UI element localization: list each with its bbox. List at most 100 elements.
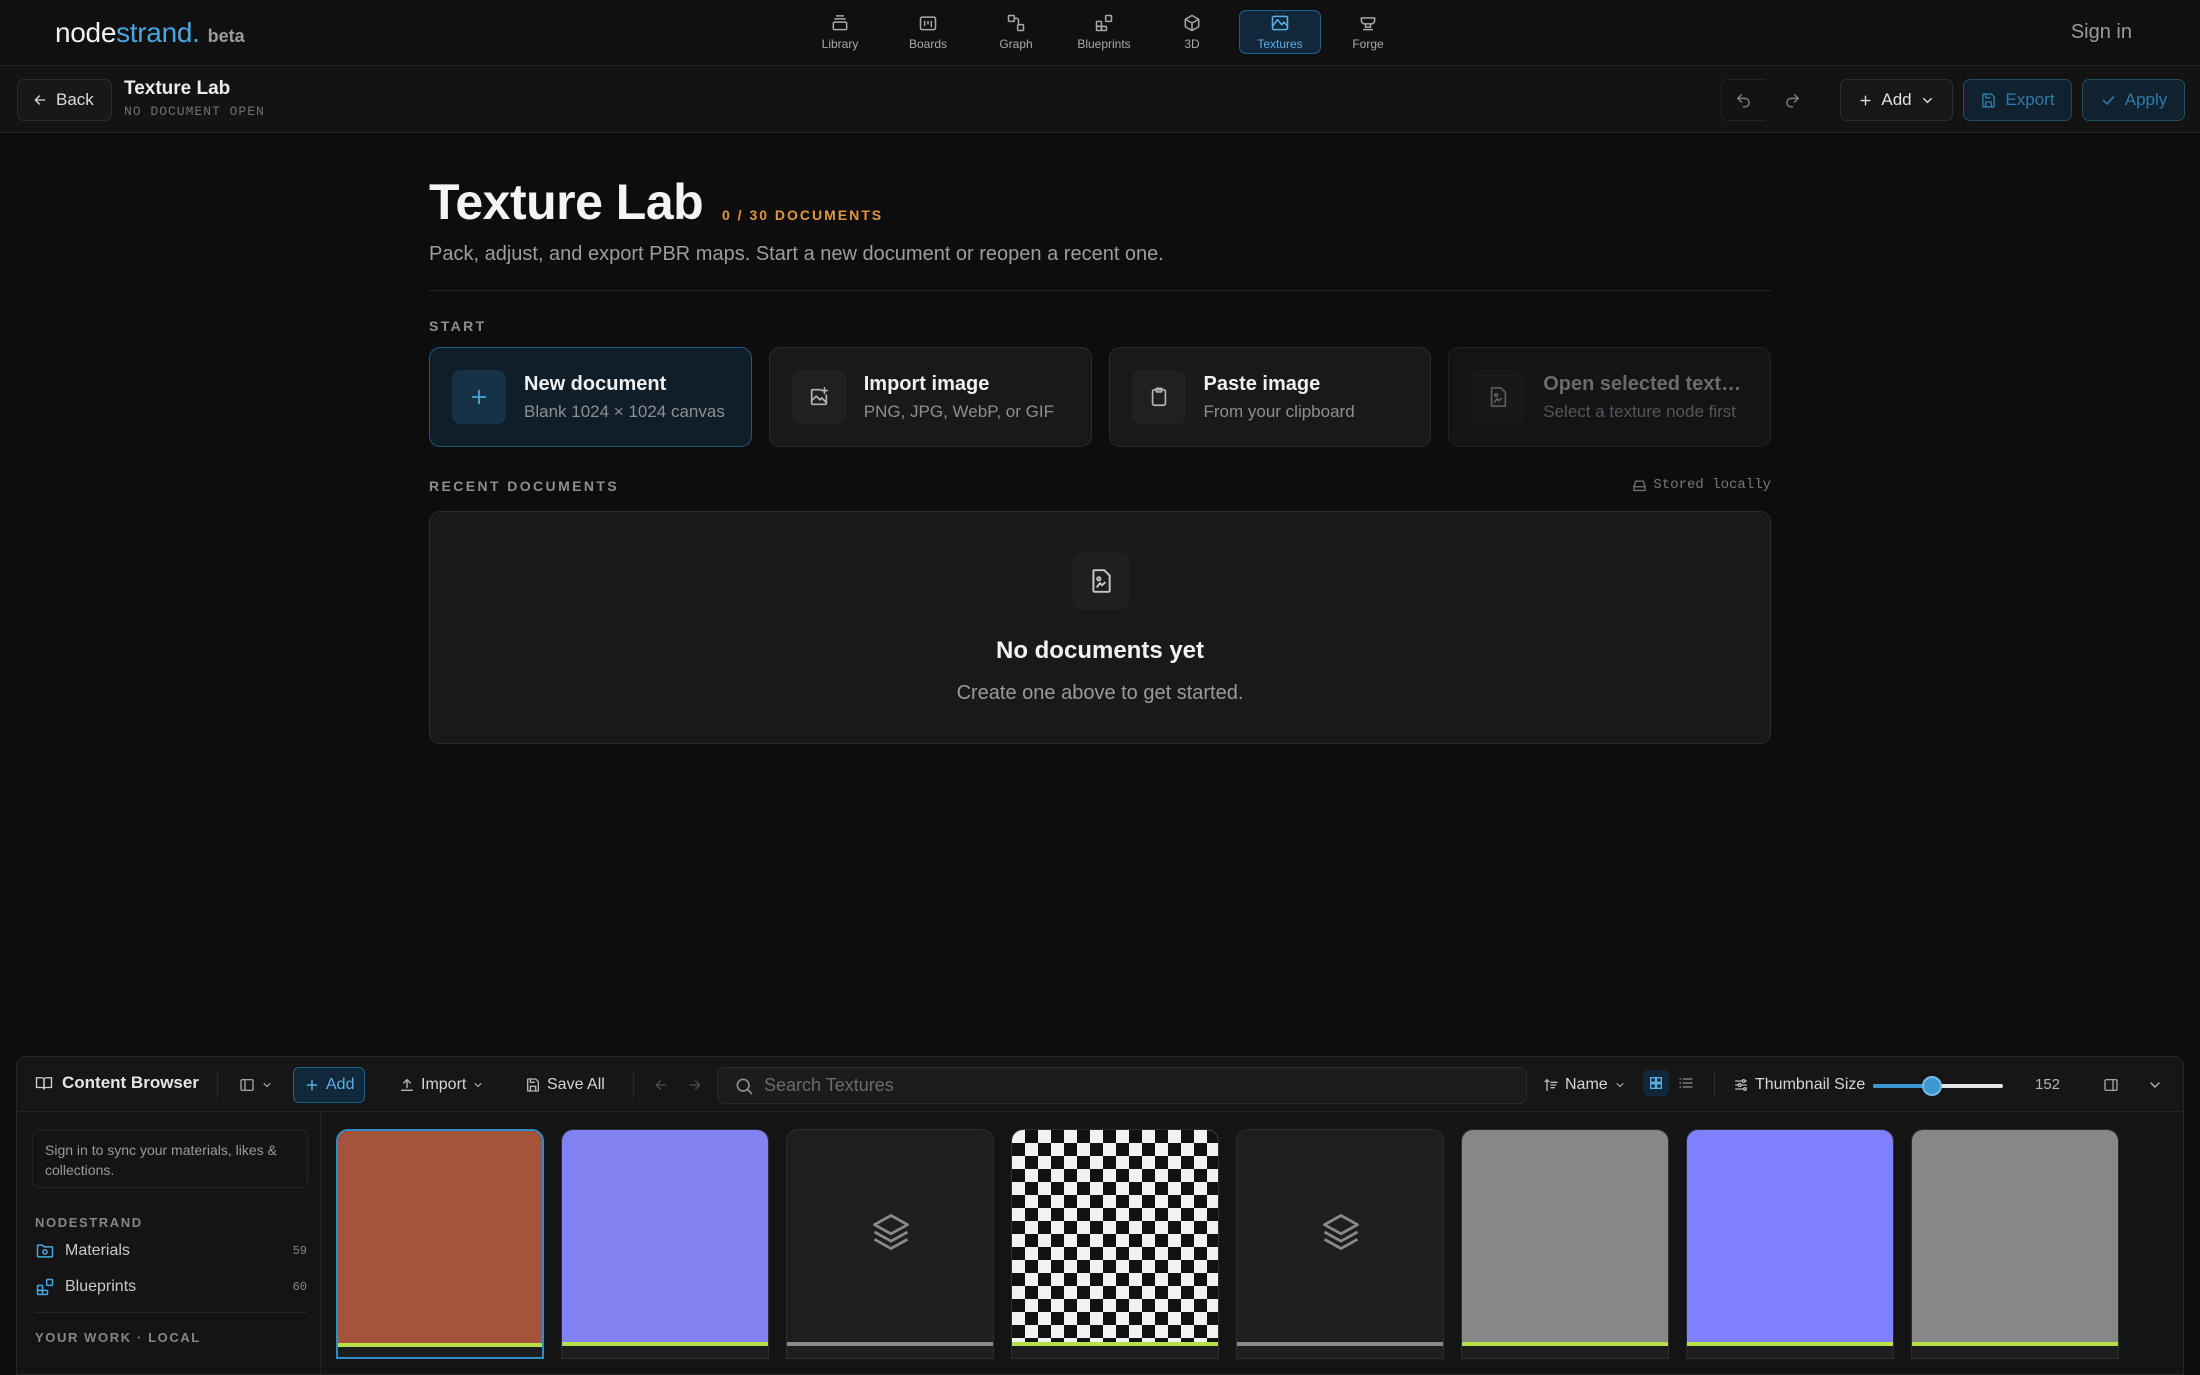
texture-tile[interactable] [1011, 1129, 1219, 1359]
save-all-label: Save All [547, 1076, 605, 1093]
nav-textures-label: Textures [1257, 37, 1303, 51]
texture-type-bar [1687, 1342, 1893, 1346]
nav-blueprints[interactable]: Blueprints [1063, 10, 1145, 54]
texture-tile[interactable] [1461, 1129, 1669, 1359]
document-toolbar: Back Texture Lab NO DOCUMENT OPEN Add Ex… [0, 66, 2200, 133]
texture-tile[interactable] [561, 1129, 769, 1359]
history-back-button[interactable] [643, 1067, 679, 1103]
page-title: Texture Lab [429, 174, 704, 230]
new-document-card[interactable]: New document Blank 1024 × 1024 canvas [429, 347, 752, 447]
browser-add-button[interactable]: Add [293, 1067, 366, 1103]
stored-locally-note: Stored locally [1632, 477, 1771, 493]
card-icon-wrap [452, 370, 506, 424]
recent-documents-label: RECENT DOCUMENTS [429, 478, 620, 494]
texture-thumbnail [338, 1131, 542, 1343]
paste-image-card[interactable]: Paste image From your clipboard [1108, 347, 1432, 447]
content-browser-title: Content Browser [35, 1073, 199, 1093]
open-selected-texture-card[interactable]: Open selected text… Select a texture nod… [1448, 347, 1771, 447]
card-title: Paste image [1203, 372, 1321, 395]
texture-tile[interactable] [786, 1129, 994, 1359]
texture-type-bar [1012, 1342, 1218, 1346]
plus-icon [306, 1079, 318, 1091]
boards-icon [919, 16, 937, 31]
sidebar-item-blueprints[interactable]: Blueprints 60 [35, 1277, 307, 1297]
card-subtitle: Blank 1024 × 1024 canvas [524, 401, 725, 421]
collapse-browser-button[interactable] [2137, 1067, 2173, 1103]
card-icon-wrap [791, 370, 846, 424]
divider [1714, 1072, 1715, 1098]
plus-icon [471, 389, 487, 405]
nav-graph[interactable]: Graph [975, 10, 1057, 54]
hard-drive-icon [1633, 480, 1647, 491]
chevron-down-icon [263, 1083, 271, 1088]
layers-icon [1319, 1210, 1363, 1254]
list-view-button[interactable] [1673, 1070, 1699, 1096]
sidebar-item-label: Blueprints [65, 1278, 137, 1295]
layers-icon [869, 1210, 913, 1254]
nav-library[interactable]: Library [799, 10, 881, 54]
redo-icon [1785, 93, 1799, 108]
card-subtitle: Select a texture node first [1543, 401, 1737, 421]
texture-tile[interactable] [1911, 1129, 2119, 1359]
logo-text: node [55, 17, 117, 48]
thumbnail-size-label: Thumbnail Size [1755, 1076, 1866, 1093]
beta-badge: beta [207, 26, 245, 46]
nav-blueprints-label: Blueprints [1077, 37, 1131, 51]
nav-library-label: Library [821, 37, 859, 51]
content-browser-title-text: Content Browser [62, 1073, 199, 1092]
export-button-label: Export [2005, 90, 2055, 109]
thumbnail-size-value: 152 [2035, 1076, 2061, 1093]
sidebar-item-materials[interactable]: Materials 59 [35, 1241, 307, 1261]
sign-in-link[interactable]: Sign in [2071, 21, 2132, 44]
nav-boards[interactable]: Boards [887, 10, 969, 54]
panel-layout-button[interactable] [229, 1067, 283, 1103]
upload-icon [401, 1078, 413, 1091]
nav-textures[interactable]: Textures [1239, 10, 1321, 54]
slider-handle[interactable] [1921, 1076, 1942, 1096]
list-icon [1679, 1078, 1693, 1088]
start-cards: New document Blank 1024 × 1024 canvas Im… [429, 347, 1771, 447]
back-button[interactable]: Back [17, 79, 112, 121]
empty-state-title: No documents yet [995, 637, 1205, 664]
cube-icon [1184, 14, 1200, 32]
card-subtitle: From your clipboard [1203, 401, 1355, 421]
save-all-button[interactable]: Save All [515, 1067, 615, 1103]
thumbnail-size-slider[interactable] [1873, 1076, 2003, 1096]
import-button[interactable]: Import [389, 1067, 494, 1103]
texture-tile[interactable] [1236, 1129, 1444, 1359]
undo-button[interactable] [1721, 79, 1765, 121]
grid-view-button[interactable] [1643, 1070, 1669, 1096]
sort-button[interactable]: Name [1533, 1067, 1636, 1103]
plus-icon [1860, 94, 1871, 106]
history-forward-button[interactable] [677, 1067, 713, 1103]
texture-type-bar [562, 1342, 768, 1346]
texture-thumbnail [1687, 1130, 1893, 1342]
divider [633, 1072, 634, 1098]
nav-forge-label: Forge [1352, 37, 1384, 51]
import-image-card[interactable]: Import image PNG, JPG, WebP, or GIF [768, 347, 1092, 447]
texture-type-bar [338, 1343, 542, 1347]
add-button[interactable]: Add [1840, 79, 1953, 121]
apply-button[interactable]: Apply [2082, 79, 2185, 121]
nav-3d[interactable]: 3D [1151, 10, 1233, 54]
texture-tile[interactable] [336, 1129, 544, 1359]
grid-icon [1650, 1077, 1662, 1089]
divider [429, 290, 1771, 291]
export-button[interactable]: Export [1963, 79, 2072, 121]
card-icon-wrap [1471, 370, 1526, 424]
view-mode-toggle [1643, 1070, 1699, 1096]
toggle-details-panel-button[interactable] [2093, 1067, 2129, 1103]
nav-forge[interactable]: Forge [1327, 10, 1409, 54]
redo-button[interactable] [1770, 79, 1814, 121]
app-logo[interactable]: nodestrand. beta [55, 17, 245, 49]
search-input[interactable] [764, 1075, 1504, 1096]
chevron-down-icon [474, 1083, 482, 1088]
texture-type-bar [787, 1342, 993, 1346]
texture-tile[interactable] [1686, 1129, 1894, 1359]
document-status: NO DOCUMENT OPEN [124, 104, 265, 119]
content-browser: Content Browser Add Import Save All Sear… [16, 1056, 2184, 1375]
divider [35, 1312, 307, 1313]
card-title: New document [524, 372, 667, 395]
sort-label: Name [1565, 1076, 1608, 1093]
texture-thumbnail [1012, 1130, 1218, 1342]
